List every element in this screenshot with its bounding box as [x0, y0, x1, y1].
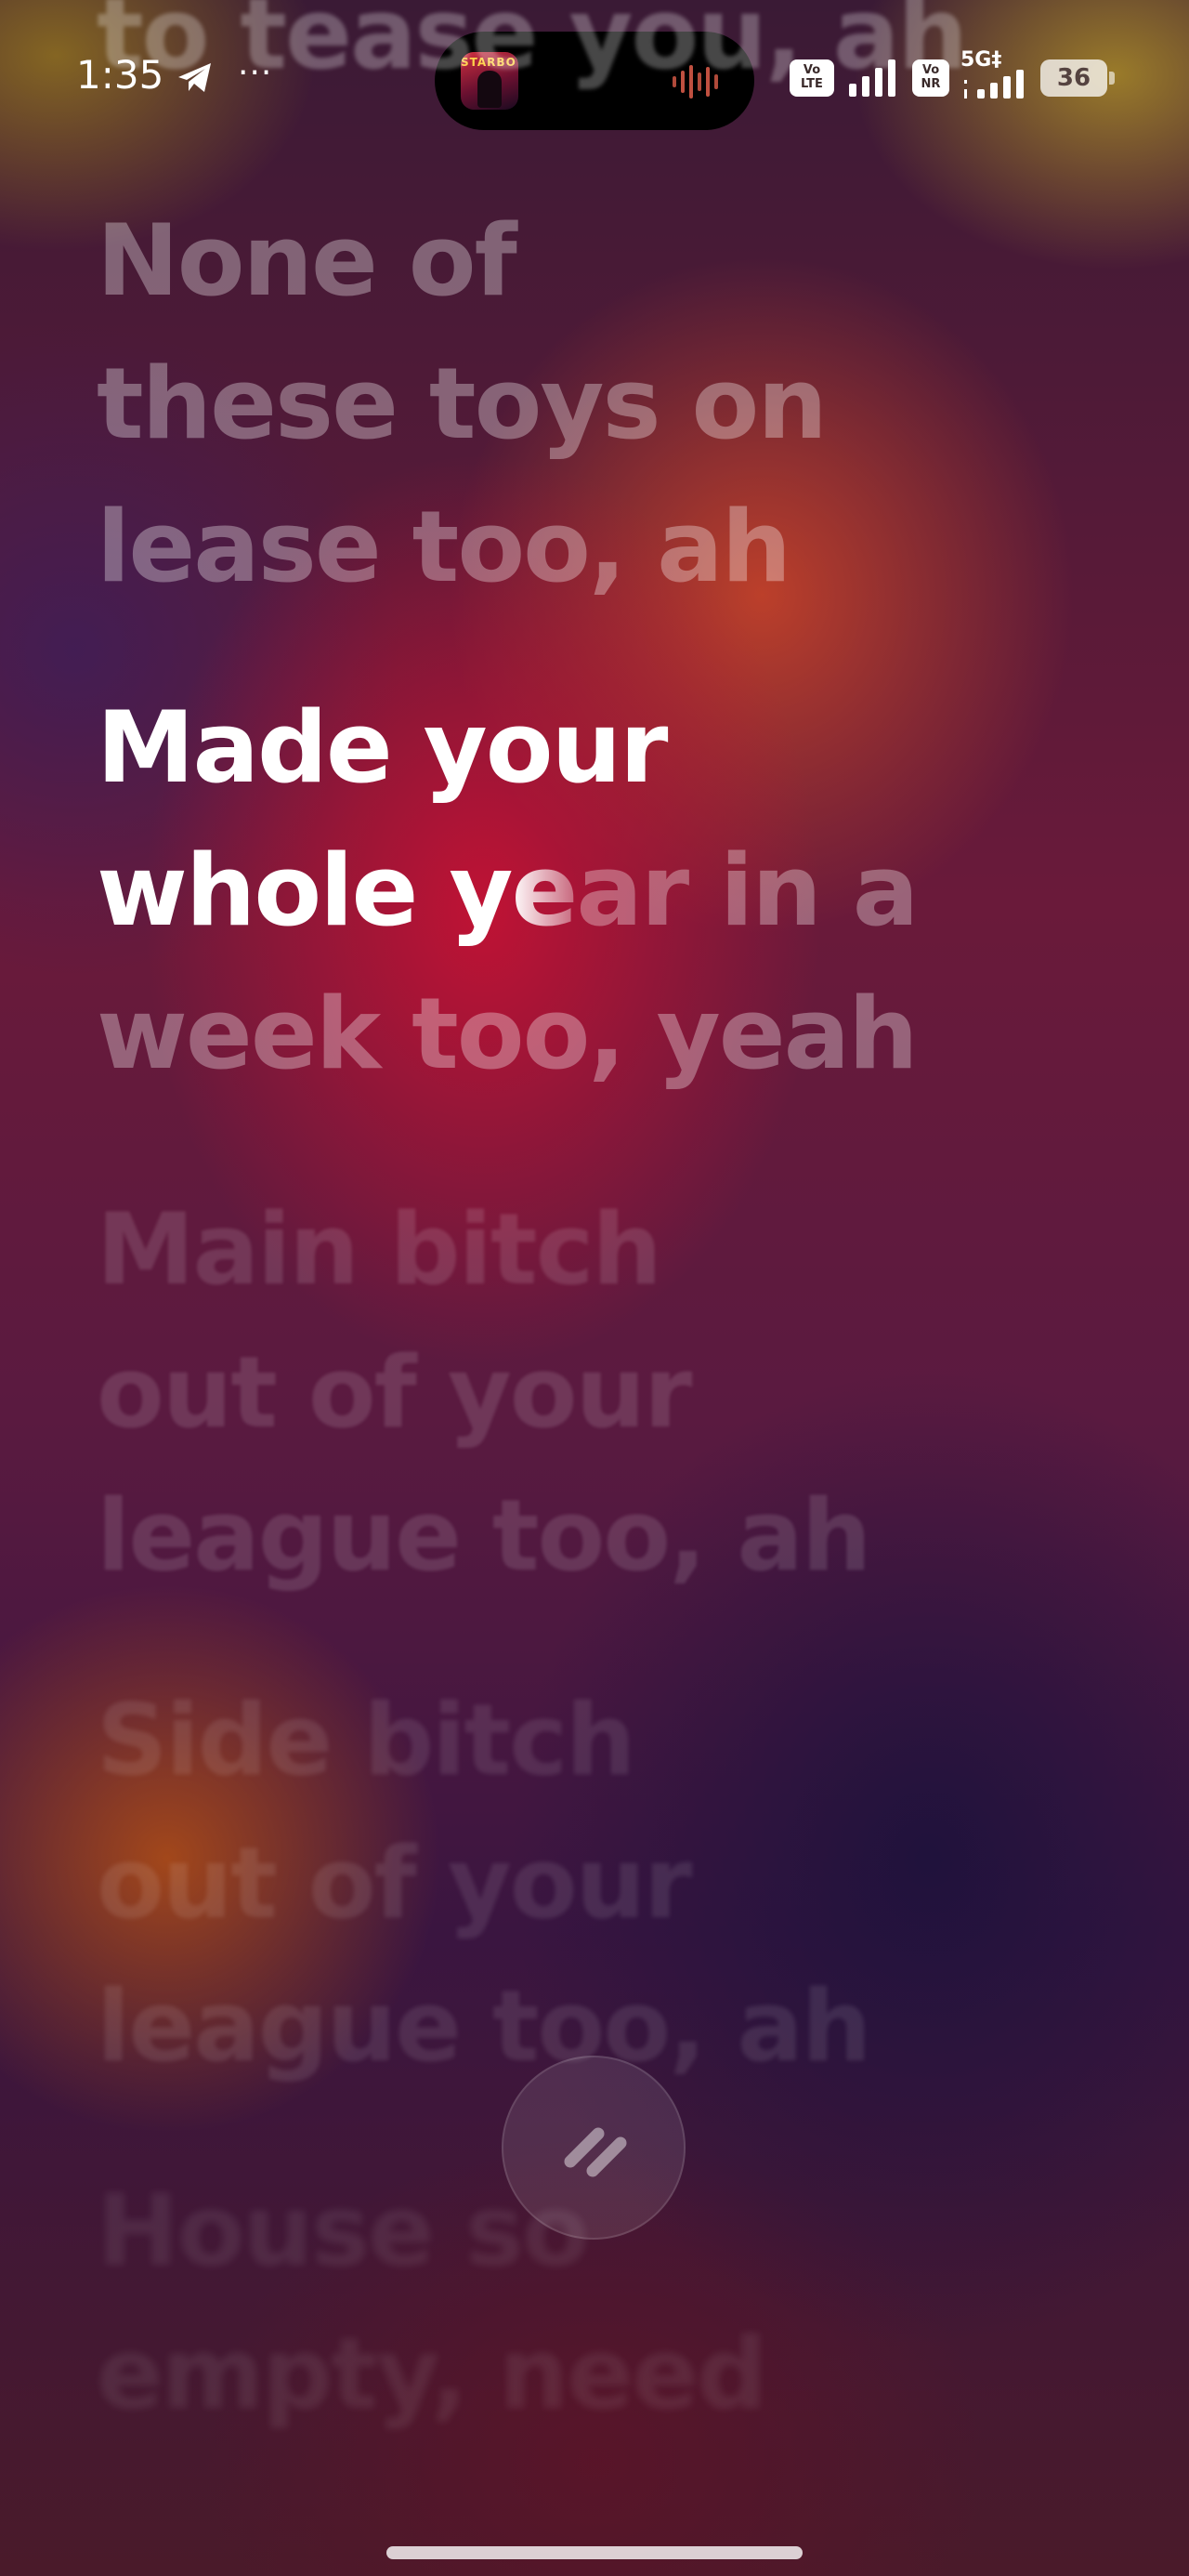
pause-icon	[564, 2127, 627, 2177]
lyric-line-active[interactable]: Made your whole year in a week too, yeah	[97, 677, 919, 1106]
lyric-line-next[interactable]: Side bitch out of your league too, ah	[97, 1669, 871, 2098]
home-indicator[interactable]	[386, 2546, 803, 2559]
lyric-line-previous[interactable]: None of these toys on lease too, ah	[97, 190, 828, 619]
lyric-line-next[interactable]: Main bitch out of your league too, ah	[97, 1178, 871, 1608]
pause-button[interactable]	[502, 2056, 686, 2240]
lyric-transition-text: e	[511, 834, 578, 948]
lyric-line-previous-partial[interactable]: to tease you, ah	[97, 0, 1118, 106]
